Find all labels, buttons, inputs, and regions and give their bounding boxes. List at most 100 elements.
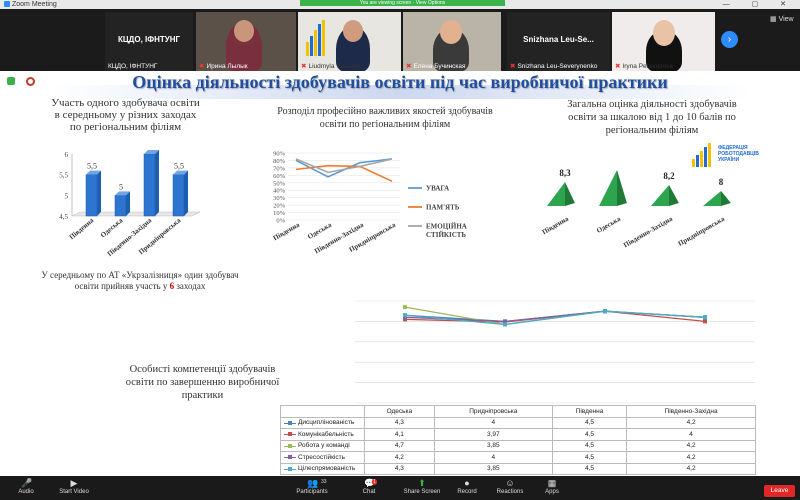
participant-name: КЦДО, ІФНТУНГ — [108, 63, 158, 70]
muted-mic-icon: ✖ — [406, 63, 412, 70]
table-row-label: Цілеспрямованість — [280, 462, 365, 475]
participant-face — [440, 20, 462, 44]
x-tick-label: Південна — [541, 215, 571, 237]
series-marker — [403, 305, 407, 310]
participant-name: Елена Бучинская — [413, 63, 466, 70]
table-cell: 4,2 — [626, 439, 756, 452]
series-marker — [403, 313, 407, 318]
table-cell: 4,3 — [364, 462, 435, 475]
apps-button[interactable]: ▦ Apps — [532, 478, 572, 496]
y-tick-label: 80% — [273, 158, 286, 165]
y-tick-label: 60% — [273, 173, 286, 180]
table-row-label: Комунікабельність — [280, 428, 365, 441]
legend-label: ПАМ'ЯТЬ — [426, 204, 460, 212]
table-cell: 4 — [433, 451, 553, 464]
table-row-label: Дисциплінованість — [280, 416, 365, 429]
x-tick-label: Південно-Західна — [622, 215, 674, 250]
start-video-label: Start Video — [59, 489, 89, 495]
table-column-header: Одеська — [364, 405, 435, 418]
table-row: Дисциплінованість 4,3 4 4,5 4,2 — [280, 416, 756, 429]
chat-button[interactable]: 💬 1 Chat — [349, 479, 389, 495]
participation-bar-chart: 4,555,565,5Південна5Одеська6Південно-Зах… — [59, 149, 201, 258]
pyramid-right-face — [617, 170, 627, 206]
legend-swatch — [284, 454, 296, 460]
series-marker — [703, 315, 707, 320]
participant-name: Iryna Perevozova — [622, 63, 674, 70]
reactions-button[interactable]: ☺ Reactions — [490, 478, 530, 496]
participant-tile[interactable]: Snizhana Leu-Se... ✖ Snizhana Leu-Severyn… — [507, 12, 610, 72]
y-tick-label: 5 — [65, 192, 69, 200]
table-cell: 4,2 — [626, 451, 756, 464]
legend-swatch — [284, 431, 296, 437]
leave-button[interactable]: Leave — [764, 485, 795, 497]
record-button[interactable]: ● Record — [447, 478, 487, 496]
series-name: Дисциплінованість — [298, 419, 355, 427]
series-name: Стресостійкість — [298, 453, 346, 461]
table-cell: 4,3 — [364, 416, 435, 429]
apps-icon: ▦ — [547, 478, 557, 488]
share-screen-button[interactable]: ⬆ Share Screen — [398, 479, 446, 496]
start-video-button[interactable]: ▶ Start Video — [54, 479, 94, 496]
table-cell: 3,97 — [433, 428, 553, 441]
pyramid-left-face — [651, 185, 669, 206]
pyramid-right-face — [669, 185, 679, 206]
participant-strip: КЦДО, ІФНТУНГ КЦДО, ІФНТУНГ ✖ Ирина Лылык… — [0, 9, 800, 72]
series-name: Робота у команді — [298, 442, 350, 450]
participant-name: Liudmyla Vasilega — [308, 63, 361, 70]
participant-tile[interactable]: ✖ Iryna Perevozova — [612, 12, 715, 72]
pyramid-left-face — [703, 191, 721, 206]
audio-button[interactable]: 🎤 Audio — [6, 479, 46, 496]
record-icon: ● — [464, 478, 470, 488]
x-tick-label: Одеська — [595, 215, 622, 235]
average-note-text: У середньому по АТ «Укрзалізниця» один з… — [41, 270, 239, 291]
table-column-header: Придніпровська — [433, 405, 553, 418]
bar-side — [184, 170, 188, 216]
meeting-toolbar: 🎤 Audio ▶ Start Video 👥 33 Participants 💬 1 Ch… — [0, 476, 800, 500]
next-page-chevron-icon[interactable]: › — [721, 31, 738, 48]
participants-icon: 👥 — [307, 478, 319, 488]
series-marker — [703, 319, 707, 324]
shared-slide: Оцінка діяльності здобувачів освіти під … — [0, 71, 800, 476]
series-name: Комунікабельність — [298, 430, 354, 438]
legend-swatch — [284, 443, 296, 449]
participant-name: Snizhana Leu-Severynenko — [517, 63, 598, 70]
y-tick-label: 6 — [65, 151, 69, 159]
y-tick-label: 5,5 — [59, 172, 68, 180]
pyramid-left-face — [599, 170, 617, 206]
federation-logo-text: ФЕДЕРАЦІЯ РОБОТОДАВЦІВ УКРАЇНИ — [718, 145, 759, 163]
participant-name: Ирина Лылык — [206, 63, 248, 70]
legend-label: ЕМОЦІЙНА — [426, 223, 467, 231]
reactions-icon: ☺ — [505, 478, 515, 488]
table-cell: 4,1 — [364, 428, 435, 441]
muted-mic-icon: ✖ — [510, 63, 516, 70]
participant-tile[interactable]: ✖ Liudmyla Vasilega — [298, 12, 401, 72]
data-label: 5,5 — [174, 162, 184, 171]
muted-mic-icon: ✖ — [615, 63, 621, 70]
participant-tile[interactable]: ✖ Елена Бучинская — [403, 12, 501, 72]
data-label: 6 — [148, 149, 152, 150]
average-note: У середньому по АТ «Укрзалізниця» один з… — [40, 270, 240, 292]
table-header-row: Одеська Придніпровська Південна Південно-За… — [280, 405, 756, 418]
data-label: 5,5 — [87, 162, 97, 171]
table-cell: 3,85 — [433, 462, 553, 475]
participants-button[interactable]: 👥 33 Participants — [292, 478, 332, 496]
participant-face — [234, 20, 254, 42]
table-cell: 4,5 — [551, 416, 628, 429]
series-marker — [603, 309, 607, 314]
competencies-line-chart — [355, 300, 755, 404]
average-note-tail: заходах — [176, 281, 206, 291]
muted-mic-icon: ✖ — [199, 63, 205, 70]
y-tick-label: 30% — [273, 195, 286, 202]
share-banner[interactable]: You are viewing screen · View Options — [300, 0, 505, 6]
participant-tile[interactable]: КЦДО, ІФНТУНГ КЦДО, ІФНТУНГ — [105, 12, 193, 72]
table-cell: 4,5 — [551, 451, 628, 464]
table-row-label: Робота у команді — [280, 439, 365, 452]
window-controls[interactable]: — ▢ ✕ — [723, 0, 796, 9]
table-cell: 4,7 — [364, 439, 435, 452]
data-label: 8,3 — [559, 168, 571, 178]
view-button[interactable]: ▦ View — [770, 15, 794, 23]
data-label: 5 — [119, 182, 123, 191]
participant-tile[interactable]: ✖ Ирина Лылык — [196, 12, 296, 72]
record-label: Record — [457, 489, 477, 495]
chat-label: Chat — [362, 489, 376, 495]
